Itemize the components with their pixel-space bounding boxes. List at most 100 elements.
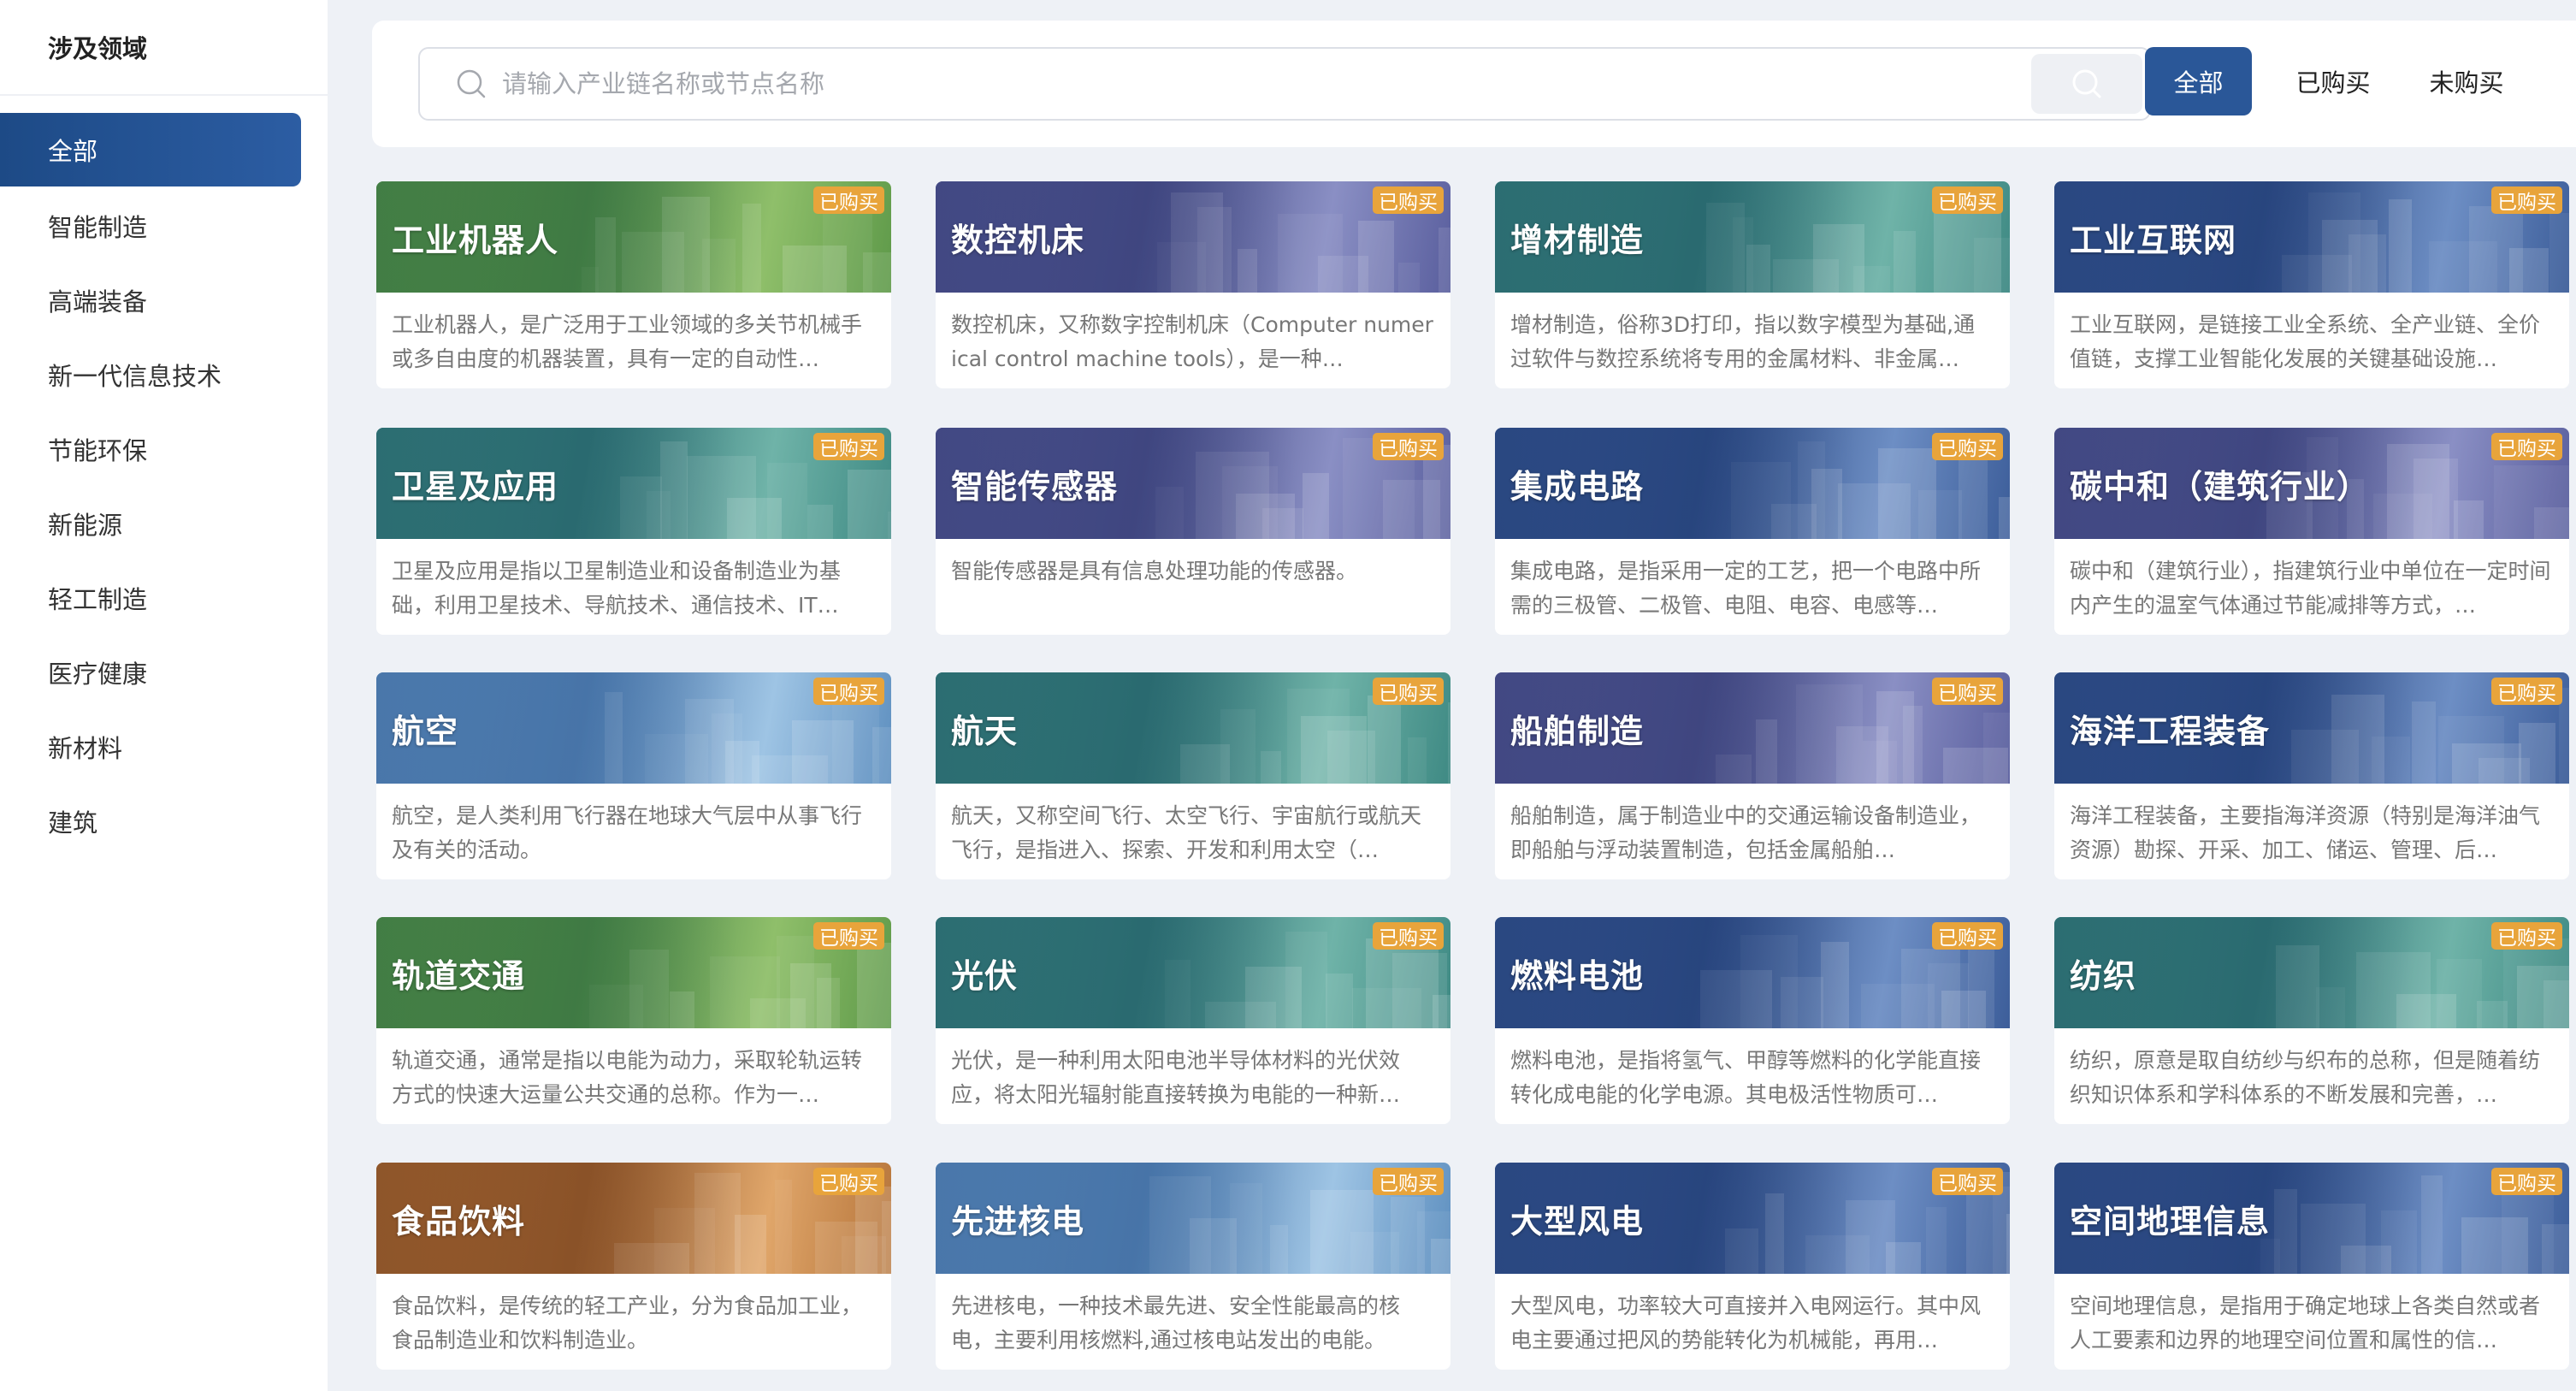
card-title: 空间地理信息 bbox=[2070, 1203, 2271, 1240]
sidebar-item-construction[interactable]: 建筑 bbox=[0, 784, 328, 858]
industry-card[interactable]: 数控机床 已购买数控机床，又称数字控制机床（Computer numerical … bbox=[936, 181, 1450, 388]
card-title: 燃料电池 bbox=[1510, 957, 1645, 995]
card-banner-image: 燃料电池 已购买 bbox=[1495, 917, 2010, 1028]
sidebar: 涉及领域 全部 智能制造 高端装备 新一代信息技术 节能环保 新能源 轻工制造 … bbox=[0, 0, 328, 1391]
purchased-badge: 已购买 bbox=[1932, 433, 2003, 460]
industry-card[interactable]: 航空 已购买 航空，是人类利用飞行器在地球大气层中从事飞行及有关的活动。 bbox=[376, 672, 891, 879]
card-title: 航空 bbox=[392, 713, 459, 750]
card-description: 海洋工程装备，主要指海洋资源（特别是海洋油气资源）勘探、开采、加工、储运、管理、… bbox=[2070, 803, 2541, 862]
industry-card[interactable]: 卫星及应用 已购买卫星及应用是指以卫星制造业和设备制造业为基础，利用卫星技术、导航… bbox=[376, 428, 891, 635]
card-title: 增材制造 bbox=[1510, 222, 1645, 259]
purchased-badge: 已购买 bbox=[2491, 186, 2562, 214]
sidebar-item-healthcare[interactable]: 医疗健康 bbox=[0, 635, 328, 709]
card-description: 船舶制造，属于制造业中的交通运输设备制造业，即船舶与浮动装置制造，包括金属船舶… bbox=[1510, 803, 1982, 862]
card-title: 食品饮料 bbox=[392, 1203, 526, 1240]
card-banner-image: 轨道交通 已购买 bbox=[376, 917, 891, 1028]
search-icon bbox=[454, 67, 488, 101]
card-banner-image: 船舶制造 已购买 bbox=[1495, 672, 2010, 784]
industry-card[interactable]: 工业机器人 已购买 工业机器人，是广泛用于工业领域的多关节机械手或多自由度的机器装置… bbox=[376, 181, 891, 388]
industry-card[interactable]: 船舶制造 已购买船舶制造，属于制造业中的交通运输设备制造业，即船舶与浮动装置制造，… bbox=[1495, 672, 2010, 879]
industry-card[interactable]: 食品饮料 已购买食品饮料，是传统的轻工产业，分为食品加工业，食品制造业和饮料制造业… bbox=[376, 1163, 891, 1370]
industry-card[interactable]: 先进核电 已购买先进核电，一种技术最先进、安全性能最高的核电，主要利用核燃料,通过… bbox=[936, 1163, 1450, 1370]
card-description: 航天，又称空间飞行、太空飞行、宇宙航行或航天飞行，是指进入、探索、开发和利用太空… bbox=[951, 803, 1422, 862]
card-banner-image: 航空 已购买 bbox=[376, 672, 891, 784]
search-button[interactable] bbox=[2031, 54, 2142, 114]
purchased-badge: 已购买 bbox=[1932, 186, 2003, 214]
card-description: 先进核电，一种技术最先进、安全性能最高的核电，主要利用核燃料,通过核电站发出的电… bbox=[951, 1293, 1401, 1353]
sidebar-item-smart-manufacturing[interactable]: 智能制造 bbox=[0, 188, 328, 263]
purchased-badge: 已购买 bbox=[2491, 922, 2562, 950]
card-banner-image: 先进核电 已购买 bbox=[936, 1163, 1450, 1274]
card-title: 碳中和（建筑行业） bbox=[2070, 468, 2371, 506]
purchased-badge: 已购买 bbox=[1932, 678, 2003, 705]
card-description: 卫星及应用是指以卫星制造业和设备制造业为基础，利用卫星技术、导航技术、通信技术、… bbox=[392, 559, 842, 618]
purchased-badge: 已购买 bbox=[2491, 433, 2562, 460]
card-description: 纺织，原意是取自纺纱与织布的总称，但是随着纺织知识体系和学科体系的不断发展和完善… bbox=[2070, 1048, 2541, 1107]
card-banner-image: 食品饮料 已购买 bbox=[376, 1163, 891, 1274]
card-banner-image: 集成电路 已购买 bbox=[1495, 428, 2010, 539]
card-description: 食品饮料，是传统的轻工产业，分为食品加工业，食品制造业和饮料制造业。 bbox=[392, 1293, 863, 1353]
purchased-badge: 已购买 bbox=[2491, 678, 2562, 705]
card-description: 增材制造，俗称3D打印，指以数字模型为基础,通过软件与数控系统将专用的金属材料、… bbox=[1510, 312, 1976, 371]
card-banner-image: 工业互联网 已购买 bbox=[2054, 181, 2569, 293]
industry-card[interactable]: 大型风电 已购买大型风电，功率较大可直接并入电网运行。其中风电主要通过把风的势能转… bbox=[1495, 1163, 2010, 1370]
card-title: 航天 bbox=[951, 713, 1019, 750]
sidebar-item-new-materials[interactable]: 新材料 bbox=[0, 709, 328, 784]
industry-card[interactable]: 纺织 已购买 纺织，原意是取自纺纱与织布的总称，但是随着纺织知识体系和学科体系的不断… bbox=[2054, 917, 2569, 1124]
filter-all-button[interactable]: 全部 bbox=[2145, 47, 2252, 115]
purchased-badge: 已购买 bbox=[1373, 433, 1444, 460]
card-banner-image: 空间地理信息 已购买 bbox=[2054, 1163, 2569, 1274]
card-description: 轨道交通，通常是指以电能为动力，采取轮轨运转方式的快速大运量公共交通的总称。作为… bbox=[392, 1048, 863, 1107]
card-banner-image: 卫星及应用 已购买 bbox=[376, 428, 891, 539]
purchased-badge: 已购买 bbox=[1373, 922, 1444, 950]
purchased-badge: 已购买 bbox=[1373, 186, 1444, 214]
card-title: 海洋工程装备 bbox=[2070, 713, 2271, 750]
card-description: 燃料电池，是指将氢气、甲醇等燃料的化学能直接转化成电能的化学电源。其电极活性物质… bbox=[1510, 1048, 1982, 1107]
sidebar-item-light-industry[interactable]: 轻工制造 bbox=[0, 560, 328, 635]
sidebar-item-next-gen-it[interactable]: 新一代信息技术 bbox=[0, 337, 328, 411]
card-title: 船舶制造 bbox=[1510, 713, 1645, 750]
industry-card[interactable]: 智能传感器 已购买智能传感器是具有信息处理功能的传感器。 bbox=[936, 428, 1450, 635]
purchased-badge: 已购买 bbox=[1932, 1168, 2003, 1195]
sidebar-title: 涉及领域 bbox=[0, 0, 328, 96]
card-banner-image: 光伏 已购买 bbox=[936, 917, 1450, 1028]
industry-card[interactable]: 增材制造 已购买增材制造，俗称3D打印，指以数字模型为基础,通过软件与数控系统将专… bbox=[1495, 181, 2010, 388]
purchased-badge: 已购买 bbox=[813, 186, 884, 214]
card-banner-image: 大型风电 已购买 bbox=[1495, 1163, 2010, 1274]
card-description: 智能传感器是具有信息处理功能的传感器。 bbox=[951, 559, 1358, 583]
sidebar-item-high-end-equipment[interactable]: 高端装备 bbox=[0, 263, 328, 337]
purchased-badge: 已购买 bbox=[1373, 678, 1444, 705]
card-title: 智能传感器 bbox=[951, 468, 1119, 506]
card-title: 数控机床 bbox=[951, 222, 1085, 259]
industry-card-grid: 工业机器人 已购买 工业机器人，是广泛用于工业领域的多关节机械手或多自由度的机器装置… bbox=[376, 181, 2576, 1391]
industry-card[interactable]: 燃料电池 已购买燃料电池，是指将氢气、甲醇等燃料的化学能直接转化成电能的化学电源。… bbox=[1495, 917, 2010, 1124]
card-banner-image: 碳中和（建筑行业） 已购买 bbox=[2054, 428, 2569, 539]
card-title: 先进核电 bbox=[951, 1203, 1085, 1240]
industry-card[interactable]: 光伏 已购买光伏，是一种利用太阳电池半导体材料的光伏效应，将太阳光辐射能直接转换为… bbox=[936, 917, 1450, 1124]
purchased-badge: 已购买 bbox=[813, 922, 884, 950]
purchased-badge: 已购买 bbox=[2491, 1168, 2562, 1195]
sidebar-item-all[interactable]: 全部 bbox=[0, 113, 301, 186]
search-button-icon bbox=[2072, 69, 2101, 98]
purchased-badge: 已购买 bbox=[813, 678, 884, 705]
industry-card[interactable]: 轨道交通 已购买轨道交通，通常是指以电能为动力，采取轮轨运转方式的快速大运量公共交… bbox=[376, 917, 891, 1124]
card-description: 大型风电，功率较大可直接并入电网运行。其中风电主要通过把风的势能转化为机械能，再… bbox=[1510, 1293, 1982, 1353]
industry-card[interactable]: 航天 已购买航天，又称空间飞行、太空飞行、宇宙航行或航天飞行，是指进入、探索、开发… bbox=[936, 672, 1450, 879]
industry-card[interactable]: 海洋工程装备 已购买海洋工程装备，主要指海洋资源（特别是海洋油气资源）勘探、开采、… bbox=[2054, 672, 2569, 879]
industry-card[interactable]: 集成电路 已购买 集成电路，是指采用一定的工艺，把一个电路中所需的三极管、二极管、电… bbox=[1495, 428, 2010, 635]
filter-bought-button[interactable]: 已购买 bbox=[2278, 47, 2389, 115]
card-description: 数控机床，又称数字控制机床（Computer numerical control… bbox=[951, 312, 1433, 371]
industry-card[interactable]: 碳中和（建筑行业） 已购买碳中和（建筑行业），指建筑行业中单位在一定时间内产生的温… bbox=[2054, 428, 2569, 635]
card-description: 空间地理信息，是指用于确定地球上各类自然或者人工要素和边界的地理空间位置和属性的… bbox=[2070, 1293, 2541, 1353]
card-banner-image: 增材制造 已购买 bbox=[1495, 181, 2010, 293]
card-description: 碳中和（建筑行业），指建筑行业中单位在一定时间内产生的温室气体通过节能减排等方式… bbox=[2070, 559, 2551, 618]
sidebar-item-new-energy[interactable]: 新能源 bbox=[0, 486, 328, 560]
search-input[interactable] bbox=[502, 50, 2031, 118]
card-title: 工业机器人 bbox=[392, 222, 559, 259]
filter-unbought-button[interactable]: 未购买 bbox=[2411, 47, 2522, 115]
sidebar-item-energy-saving[interactable]: 节能环保 bbox=[0, 411, 328, 486]
card-description: 光伏，是一种利用太阳电池半导体材料的光伏效应，将太阳光辐射能直接转换为电能的一种… bbox=[951, 1048, 1401, 1107]
card-title: 工业互联网 bbox=[2070, 222, 2237, 259]
industry-card[interactable]: 工业互联网 已购买 工业互联网，是链接工业全系统、全产业链、全价值链，支撑工业智能化… bbox=[2054, 181, 2569, 388]
industry-card[interactable]: 空间地理信息 已购买空间地理信息，是指用于确定地球上各类自然或者人工要素和边界的地… bbox=[2054, 1163, 2569, 1370]
